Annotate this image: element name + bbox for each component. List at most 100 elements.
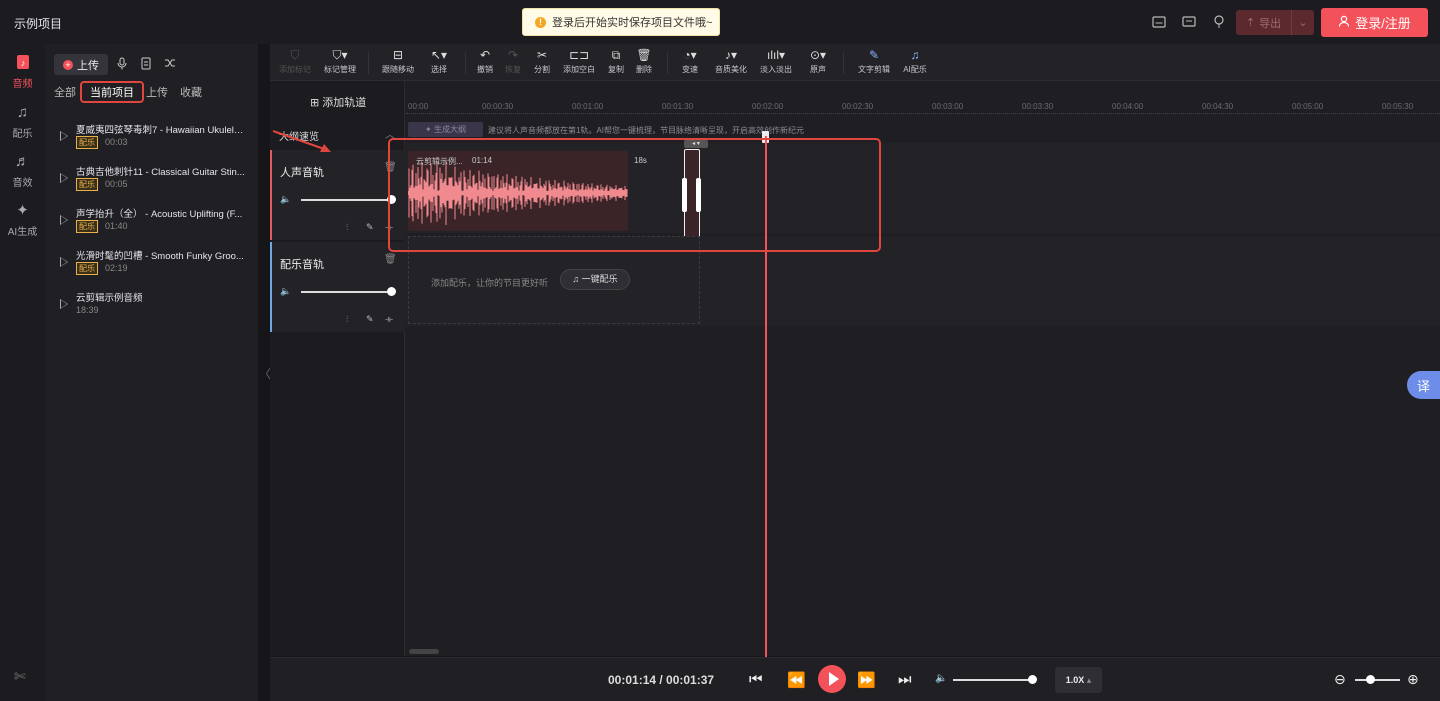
add-blank-button[interactable]: ⊏⊐ 添加空白 (559, 48, 599, 75)
trash-icon[interactable]: 🗑 (384, 254, 397, 265)
horizontal-scrollbar[interactable] (409, 649, 439, 654)
skip-end-icon[interactable]: ⏭ (898, 671, 912, 688)
play-icon[interactable] (60, 299, 68, 309)
shuffle-icon[interactable] (163, 57, 177, 71)
fade-button[interactable]: ılıl▾ 淡入淡出 (756, 48, 796, 75)
tool-label: 分割 (534, 65, 550, 74)
chevron-up-icon: ▴ (1086, 675, 1092, 685)
add-blank-icon: ⊏⊐ (568, 48, 590, 62)
tool-label: 删除 (636, 65, 652, 74)
volume-slider[interactable] (301, 199, 391, 201)
upload-button[interactable]: + 上传 (54, 54, 108, 75)
ai-hint: 建议将人声音频都放在第1轨。AI帮您一键梳理，节目脉络清晰呈现，开启高效创作新纪… (488, 126, 805, 135)
music-icon: ♫ (16, 104, 29, 121)
toolbar: ⛉ 添加标记 ⛉▾ 标记管理 ⊟ 跟随移动 ↖▾ 选择 ↶ 撤销 ↷ 恢复 ✂ 分割 ⊏⊐ 添加… (270, 44, 1440, 81)
rail-item-music[interactable]: ♫ 配乐 (0, 104, 45, 140)
brush-icon[interactable]: ✎ (366, 222, 374, 233)
project-title[interactable]: 示例项目 (14, 15, 62, 32)
brush-icon[interactable]: ✎ (366, 314, 374, 325)
translate-button[interactable]: 译 (1407, 371, 1440, 399)
tool-label: 添加空白 (563, 65, 595, 74)
export-dropdown-icon[interactable]: ⌄ (1292, 10, 1314, 35)
message-icon[interactable] (1181, 14, 1197, 30)
track-color-bar (270, 242, 272, 332)
ai-music-icon: ♫ (910, 48, 920, 62)
volume-icon: 🔈 (280, 286, 292, 296)
tab-current-project[interactable]: 当前项目 (80, 81, 144, 103)
marker-manage-button[interactable]: ⛉▾ 标记管理 (320, 48, 360, 75)
split-track-icon[interactable]: ⟛ (385, 314, 393, 325)
annotation-arrow (272, 130, 331, 152)
mixer-icon[interactable]: ⫶ (346, 314, 348, 325)
mixer-icon[interactable]: ⫶ (346, 222, 348, 233)
skip-start-icon[interactable]: ⏮ (749, 671, 763, 688)
generate-outline-button[interactable]: ✦ 生成大纲 (408, 122, 483, 137)
tool-label: AI配乐 (903, 65, 927, 74)
text-edit-button[interactable]: ✎ 文字剪辑 (854, 48, 894, 75)
marker-icon: ⛉ (290, 48, 300, 62)
ruler-tick: 00:00:30 (482, 102, 514, 111)
fast-forward-icon[interactable]: ⏩ (857, 671, 876, 689)
add-track-icon: ⊞ (310, 97, 323, 109)
zoom-slider[interactable] (1355, 679, 1400, 681)
enhance-icon: ♪▾ (724, 48, 738, 62)
speed-select[interactable]: 1.0X ▴ (1055, 667, 1102, 693)
speed-icon: ◔▾ (683, 48, 697, 62)
list-item[interactable]: 云剪辑示例音频 18:39 (45, 290, 258, 330)
generate-outline-label: 生成大纲 (433, 125, 466, 134)
item-duration: 00:05 (105, 179, 128, 189)
play-button[interactable] (818, 665, 846, 693)
document-icon[interactable] (139, 57, 153, 71)
play-icon[interactable] (60, 173, 68, 183)
play-icon[interactable] (60, 131, 68, 141)
original-sound-button[interactable]: ⊙▾ 原声 (798, 48, 838, 75)
item-tag: 配乐 (76, 136, 98, 149)
rail-item-sfx[interactable]: ♬ 音效 (0, 153, 45, 189)
follow-move-button[interactable]: ⊟ 跟随移动 (378, 48, 418, 75)
plus-icon: + (63, 59, 73, 70)
shield-icon: ⛉▾ (332, 48, 348, 62)
play-icon[interactable] (60, 215, 68, 225)
time-ruler[interactable]: 00:00 00:00:30 00:01:00 00:01:30 00:02:0… (406, 81, 1440, 118)
location-icon[interactable] (1211, 14, 1227, 30)
microphone-icon[interactable] (115, 57, 129, 71)
ruler-dots (406, 113, 1440, 114)
delete-button[interactable]: 🗑 删除 (624, 48, 664, 75)
login-register-button[interactable]: 登录/注册 (1321, 8, 1428, 37)
add-track-button[interactable]: ⊞ 添加轨道 (310, 94, 366, 110)
subtitle-icon[interactable] (1151, 14, 1167, 30)
master-volume-knob[interactable] (1028, 675, 1037, 684)
tool-label: 文字剪辑 (858, 65, 890, 74)
volume-knob[interactable] (387, 287, 396, 296)
zoom-in-icon[interactable]: ⊕ (1407, 671, 1419, 688)
enhance-button[interactable]: ♪▾ 音质美化 (711, 48, 751, 75)
tab-favorites[interactable]: 收藏 (180, 84, 202, 103)
trash-icon: 🗑 (636, 48, 652, 62)
select-button[interactable]: ↖▾ 选择 (419, 48, 459, 75)
play-icon[interactable] (60, 257, 68, 267)
add-marker-button[interactable]: ⛉ 添加标记 (275, 48, 315, 75)
list-item[interactable]: 古典吉他刺针11 - Classical Guitar Stin... 配乐 0… (45, 164, 258, 204)
volume-slider[interactable] (301, 291, 391, 293)
rewind-icon[interactable]: ⏪ (787, 671, 806, 689)
tab-uploaded[interactable]: 上传 (146, 84, 168, 103)
one-key-music-button[interactable]: ♫ 一键配乐 (560, 269, 630, 290)
rail-item-ai[interactable]: ✦ AI生成 (0, 202, 45, 238)
export-label: 导出 (1259, 17, 1282, 30)
rail-item-audio[interactable]: ♪ 音频 (0, 54, 45, 90)
master-volume-slider[interactable] (953, 679, 1033, 681)
export-button[interactable]: ⇡ 导出 ⌄ (1236, 10, 1314, 35)
voice-track[interactable]: 人声音轨 🗑 🔈 ⫶ ✎ ⟛ (270, 150, 405, 240)
list-item[interactable]: 光滑时髦的凹槽 - Smooth Funky Groo... 配乐 02:19 (45, 248, 258, 288)
tab-all[interactable]: 全部 (54, 84, 76, 103)
split-button[interactable]: ✂ 分割 (522, 48, 562, 75)
text-edit-icon: ✎ (868, 48, 880, 62)
list-item[interactable]: 声学抬升（全） - Acoustic Uplifting (F... 配乐 01… (45, 206, 258, 246)
zoom-out-icon[interactable]: ⊖ (1334, 671, 1346, 688)
speed-button[interactable]: ◔▾ 变速 (670, 48, 710, 75)
warning-icon: ! (535, 16, 546, 28)
music-track[interactable]: 配乐音轨 🗑 🔈 ⫶ ✎ ⟛ (270, 242, 405, 332)
list-item[interactable]: 夏威夷四弦琴毒刺7 - Hawaiian Ukulele... 配乐 00:03 (45, 122, 258, 162)
ai-music-button[interactable]: ♫ AI配乐 (895, 48, 935, 75)
zoom-knob[interactable] (1366, 675, 1375, 684)
